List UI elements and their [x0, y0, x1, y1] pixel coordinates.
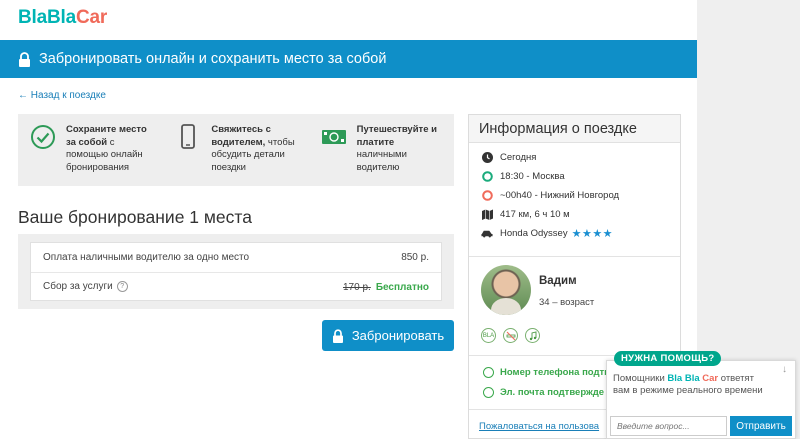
music-icon	[525, 328, 540, 343]
benefit-pay-cash: Путешествуйте и платите наличными водите…	[309, 114, 454, 186]
check-circle-icon	[483, 387, 494, 398]
check-circle-icon	[30, 124, 58, 180]
driver-name[interactable]: Вадим	[539, 275, 594, 287]
help-question-input[interactable]	[610, 416, 727, 436]
help-send-button[interactable]: Отправить	[730, 416, 792, 436]
trip-date-text: Сегодня	[500, 152, 537, 163]
logo-part-car: Car	[75, 7, 108, 28]
card-divider	[469, 256, 680, 257]
price-value: 850 р.	[401, 252, 429, 263]
fee-value-wrap: 170 р. Бесплатно	[343, 282, 429, 293]
clock-icon	[481, 152, 493, 164]
report-user-link[interactable]: Пожаловаться на пользова	[479, 421, 599, 432]
trip-info-title: Информация о поездке	[469, 115, 680, 143]
trip-car-model: Honda Odyssey	[500, 228, 568, 239]
driver-profile[interactable]: Вадим 34 – возраст	[481, 265, 594, 315]
verified-phone: Номер телефона подтв	[483, 367, 610, 378]
departure-marker-icon	[481, 171, 493, 183]
booking-title: Ваше бронирование 1 места	[18, 207, 252, 227]
trip-distance-text: 417 км, 6 ч 10 м	[500, 209, 570, 220]
help-chat-text: Помощники Bla Bla Car ответят вам в режи…	[613, 373, 773, 397]
driver-age: 34 – возраст	[539, 297, 595, 308]
price-box: Оплата наличными водителю за одно место …	[18, 234, 454, 309]
verified-email: Эл. почта подтвержде	[483, 387, 604, 398]
trip-arrival-text: ~00h40 - Нижний Новгород	[500, 190, 620, 201]
trip-car: Honda Odyssey ★★★★	[469, 224, 680, 243]
trip-departure: 18:30 - Москва	[469, 167, 680, 186]
benefit-contact: Свяжитесь с водителем, чтобы обсудить де…	[163, 114, 308, 186]
help-text-before: Помощники	[613, 373, 668, 384]
trip-date: Сегодня	[469, 148, 680, 167]
blabla-icon: BLA	[481, 328, 496, 343]
logo-part-bla-2: Bla	[46, 7, 76, 28]
price-table: Оплата наличными водителю за одно место …	[30, 242, 442, 301]
help-brand-bla: Bla Bla	[667, 373, 700, 384]
help-chat-widget: Помощники Bla Bla Car ответят вам в режи…	[606, 360, 796, 439]
benefit-contact-text: Свяжитесь с водителем, чтобы обсудить де…	[211, 124, 295, 173]
help-brand-car: Car	[699, 373, 719, 384]
driver-avatar[interactable]	[481, 265, 531, 315]
logo-part-bla-1: Bla	[18, 7, 47, 28]
booking-banner: Забронировать онлайн и сохранить место з…	[0, 40, 697, 78]
lock-icon	[332, 328, 344, 343]
price-label: Оплата наличными водителю за одно место	[43, 252, 250, 263]
verified-email-text: Эл. почта подтвержде	[500, 387, 605, 398]
driver-preferences: BLA	[481, 328, 540, 343]
help-question-icon[interactable]: ?	[116, 281, 128, 293]
fee-label: Сбор за услуги	[43, 281, 113, 293]
minimize-chat-icon[interactable]: ↓	[782, 364, 787, 375]
blablacar-logo[interactable]: BlaBlaCar	[18, 7, 107, 29]
lock-icon	[18, 51, 31, 67]
back-to-trip-link[interactable]: ← Назад к поездке	[18, 90, 106, 101]
car-icon	[481, 228, 493, 240]
fee-free-label: Бесплатно	[375, 281, 429, 293]
trip-departure-text: 18:30 - Москва	[500, 171, 565, 182]
fee-label-wrap: Сбор за услуги?	[43, 281, 128, 293]
car-rating-stars: ★★★★	[571, 228, 614, 240]
page: BlaBlaCar Забронировать онлайн и сохрани…	[0, 0, 697, 439]
verified-phone-text: Номер телефона подтв	[500, 367, 611, 378]
fee-old-price: 170 р.	[343, 281, 371, 293]
driver-info: Вадим 34 – возраст	[539, 265, 594, 315]
benefit-reserve-text: Сохраните место за собой с помощью онлай…	[66, 124, 147, 173]
trip-arrival: ~00h40 - Нижний Новгород	[469, 186, 680, 205]
cash-icon	[321, 124, 349, 180]
benefits-panel: Сохраните место за собой с помощью онлай…	[18, 114, 454, 186]
help-badge[interactable]: НУЖНА ПОМОЩЬ?	[614, 351, 722, 366]
book-button[interactable]: Забронировать	[322, 320, 454, 351]
benefit-reserve: Сохраните место за собой с помощью онлай…	[18, 114, 163, 186]
arrival-marker-icon	[481, 190, 493, 202]
banner-text: Забронировать онлайн и сохранить место з…	[39, 51, 387, 67]
trip-distance: 417 км, 6 ч 10 м	[469, 205, 680, 224]
benefit-pay-cash-text: Путешествуйте и платите наличными водите…	[356, 124, 437, 173]
phone-icon	[175, 124, 203, 180]
check-circle-icon	[483, 367, 494, 378]
price-row-fee: Сбор за услуги? 170 р. Бесплатно	[31, 272, 441, 301]
no-smoking-icon	[503, 328, 518, 343]
book-button-label: Забронировать	[351, 328, 445, 343]
map-icon	[481, 209, 493, 221]
price-row-seat: Оплата наличными водителю за одно место …	[31, 243, 441, 272]
